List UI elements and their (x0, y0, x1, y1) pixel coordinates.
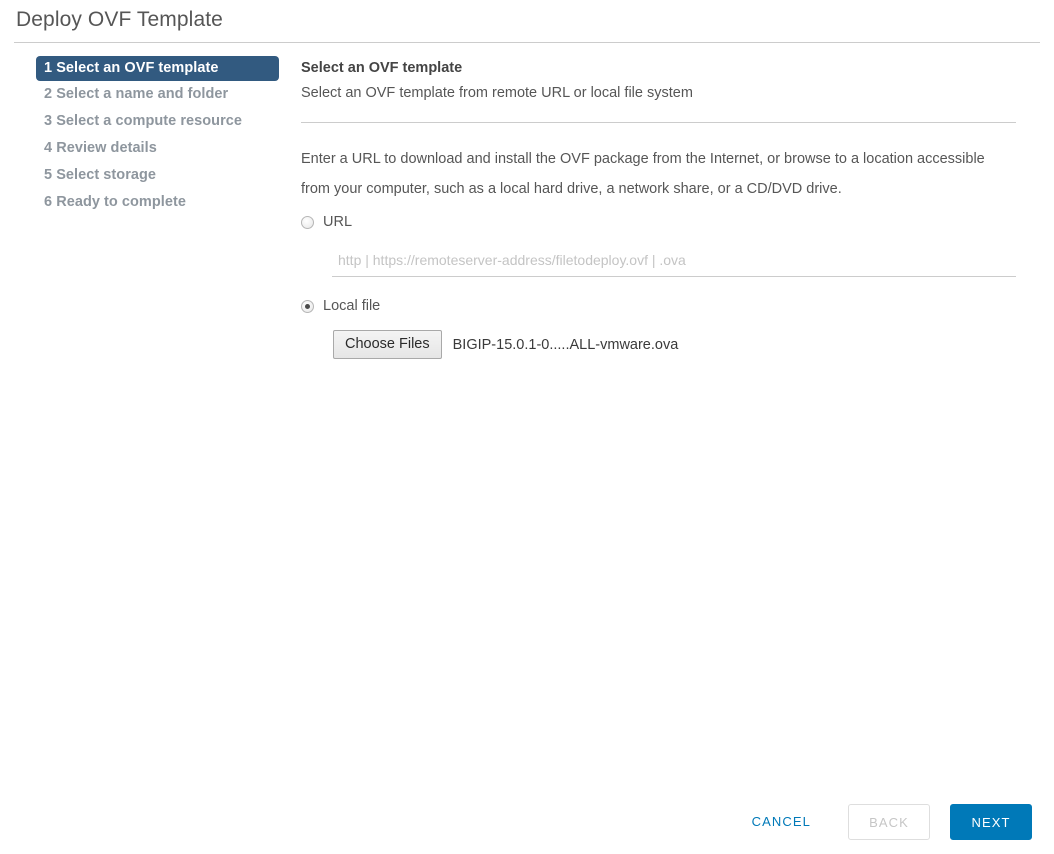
step-label: 5 Select storage (44, 167, 156, 183)
wizard-steps-sidebar: 1 Select an OVF template 2 Select a name… (0, 56, 290, 216)
step-label: 6 Ready to complete (44, 194, 186, 210)
url-field-container (332, 250, 1016, 277)
sidebar-step-4-review-details[interactable]: 4 Review details (0, 135, 290, 162)
sidebar-step-6-ready-to-complete[interactable]: 6 Ready to complete (0, 189, 290, 216)
sidebar-step-2-select-a-name-and-folder[interactable]: 2 Select a name and folder (0, 81, 290, 108)
page-title: Deploy OVF Template (16, 6, 223, 34)
choose-files-button[interactable]: Choose Files (333, 330, 442, 359)
step-label: 4 Review details (44, 140, 157, 156)
sidebar-step-1-select-an-ovf-template[interactable]: 1 Select an OVF template (36, 56, 279, 81)
sidebar-step-3-select-a-compute-resource[interactable]: 3 Select a compute resource (0, 108, 290, 135)
main-content-pane: Select an OVF template Select an OVF tem… (301, 57, 1016, 359)
title-divider (14, 42, 1040, 43)
wizard-footer: CANCEL BACK NEXT (737, 804, 1032, 840)
step-label: 1 Select an OVF template (44, 60, 218, 76)
radio-url-icon[interactable] (301, 216, 314, 229)
step-label: 2 Select a name and folder (44, 86, 228, 102)
step-label: 3 Select a compute resource (44, 113, 242, 129)
next-button[interactable]: NEXT (950, 804, 1032, 840)
cancel-button[interactable]: CANCEL (737, 804, 826, 840)
sidebar-step-5-select-storage[interactable]: 5 Select storage (0, 162, 290, 189)
url-input[interactable] (332, 250, 1016, 277)
section-description: Enter a URL to download and install the … (301, 144, 1001, 204)
radio-local-file-icon[interactable] (301, 300, 314, 313)
section-heading: Select an OVF template (301, 57, 1016, 79)
source-option-local-file[interactable]: Local file (301, 296, 1016, 316)
file-picker-row: Choose Files BIGIP-15.0.1-0.....ALL-vmwa… (333, 330, 1016, 359)
section-subheading: Select an OVF template from remote URL o… (301, 81, 1016, 105)
back-button[interactable]: BACK (848, 804, 930, 840)
section-divider (301, 122, 1016, 123)
source-option-url[interactable]: URL (301, 212, 1016, 232)
source-option-url-label: URL (323, 212, 352, 232)
selected-file-name: BIGIP-15.0.1-0.....ALL-vmware.ova (453, 335, 679, 355)
source-option-local-file-label: Local file (323, 296, 380, 316)
